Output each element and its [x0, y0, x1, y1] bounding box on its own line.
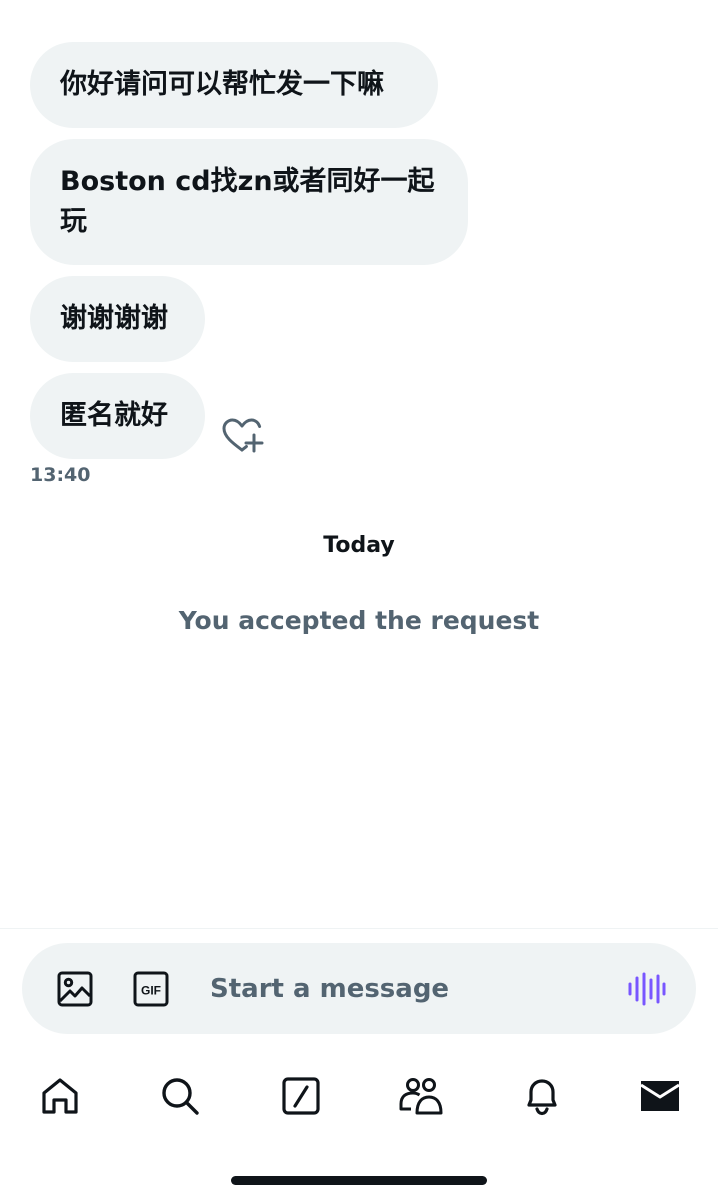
messages-envelope-icon[interactable]	[636, 1072, 684, 1120]
bottom-nav	[0, 1060, 718, 1130]
message-text: Boston cd找zn或者同好一起玩	[60, 166, 435, 237]
message-bubble[interactable]: 你好请问可以帮忙发一下嘛	[30, 42, 438, 128]
message-bubble[interactable]: 匿名就好	[30, 373, 205, 459]
message-timestamp: 13:40	[30, 464, 91, 486]
message-composer: GIF	[22, 943, 696, 1034]
message-bubble[interactable]: 谢谢谢谢	[30, 276, 205, 362]
home-indicator[interactable]	[231, 1176, 487, 1185]
system-note: You accepted the request	[178, 606, 540, 635]
date-separator: Today	[323, 533, 395, 558]
message-text: 谢谢谢谢	[60, 303, 168, 334]
voice-waveform-icon[interactable]	[626, 970, 666, 1008]
composer-divider	[0, 928, 718, 929]
notifications-bell-icon[interactable]	[518, 1072, 566, 1120]
heart-plus-icon[interactable]	[220, 416, 264, 456]
communities-icon[interactable]	[397, 1072, 445, 1120]
message-bubble[interactable]: Boston cd找zn或者同好一起玩	[30, 139, 468, 265]
home-icon[interactable]	[36, 1072, 84, 1120]
grok-icon[interactable]	[277, 1072, 325, 1120]
message-text: 你好请问可以帮忙发一下嘛	[60, 69, 384, 100]
message-text: 匿名就好	[60, 400, 168, 431]
gif-icon[interactable]: GIF	[132, 970, 170, 1008]
message-input[interactable]	[210, 968, 590, 1010]
search-icon[interactable]	[156, 1072, 204, 1120]
gif-label: GIF	[141, 984, 161, 998]
image-icon[interactable]	[56, 970, 94, 1008]
